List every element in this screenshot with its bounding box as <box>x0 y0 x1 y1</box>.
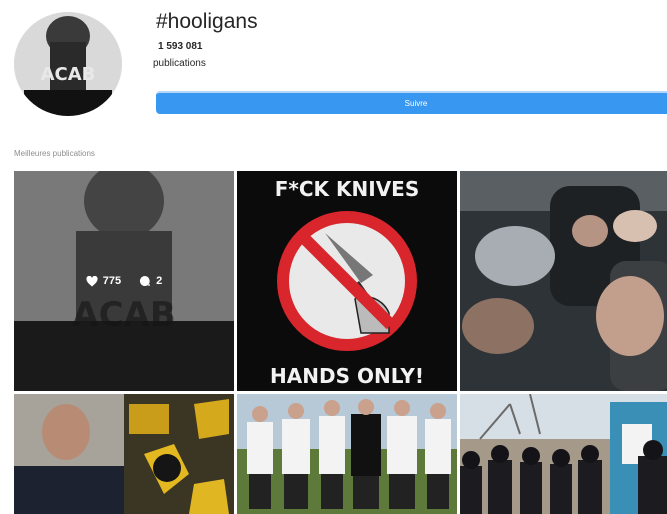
post-tile-1[interactable]: ACAB 775 2 <box>14 171 234 391</box>
post-image-6 <box>460 394 667 514</box>
likes-count: 775 <box>102 275 122 287</box>
post-image-3 <box>460 171 667 391</box>
page-title: #hooligans <box>156 10 258 33</box>
post-tile-3[interactable] <box>460 171 667 391</box>
post-image-2: F*CK KNIVES HANDS ONLY! <box>237 171 457 391</box>
comments-stat: 2 <box>139 275 162 287</box>
post-footer: HANDS ONLY! <box>270 364 424 388</box>
post-image-5 <box>237 394 457 514</box>
comment-icon <box>140 275 151 286</box>
post-stats-overlay: 775 2 <box>14 171 234 391</box>
post-count-label: publications <box>153 58 206 69</box>
avatar-lettering: ACAB <box>41 64 96 85</box>
follow-button-label: Suivre <box>404 99 428 108</box>
post-tile-5[interactable] <box>237 394 457 514</box>
post-headline: F*CK KNIVES <box>275 177 419 201</box>
posts-grid: ACAB 775 2 F*CK KNIVES HANDS ONLY! <box>14 171 667 514</box>
heart-icon <box>86 275 98 286</box>
post-count: 1 593 081 <box>158 41 203 52</box>
comments-count: 2 <box>156 275 163 287</box>
follow-button[interactable]: Suivre <box>156 91 667 114</box>
likes-stat: 775 <box>86 275 121 287</box>
avatar-image: ACAB <box>14 12 122 116</box>
post-image-4 <box>14 394 234 514</box>
top-posts-heading: Meilleures publications <box>14 149 95 158</box>
post-tile-2[interactable]: F*CK KNIVES HANDS ONLY! <box>237 171 457 391</box>
post-tile-4[interactable] <box>14 394 234 514</box>
post-tile-6[interactable] <box>460 394 667 514</box>
hashtag-avatar: ACAB <box>14 12 122 116</box>
